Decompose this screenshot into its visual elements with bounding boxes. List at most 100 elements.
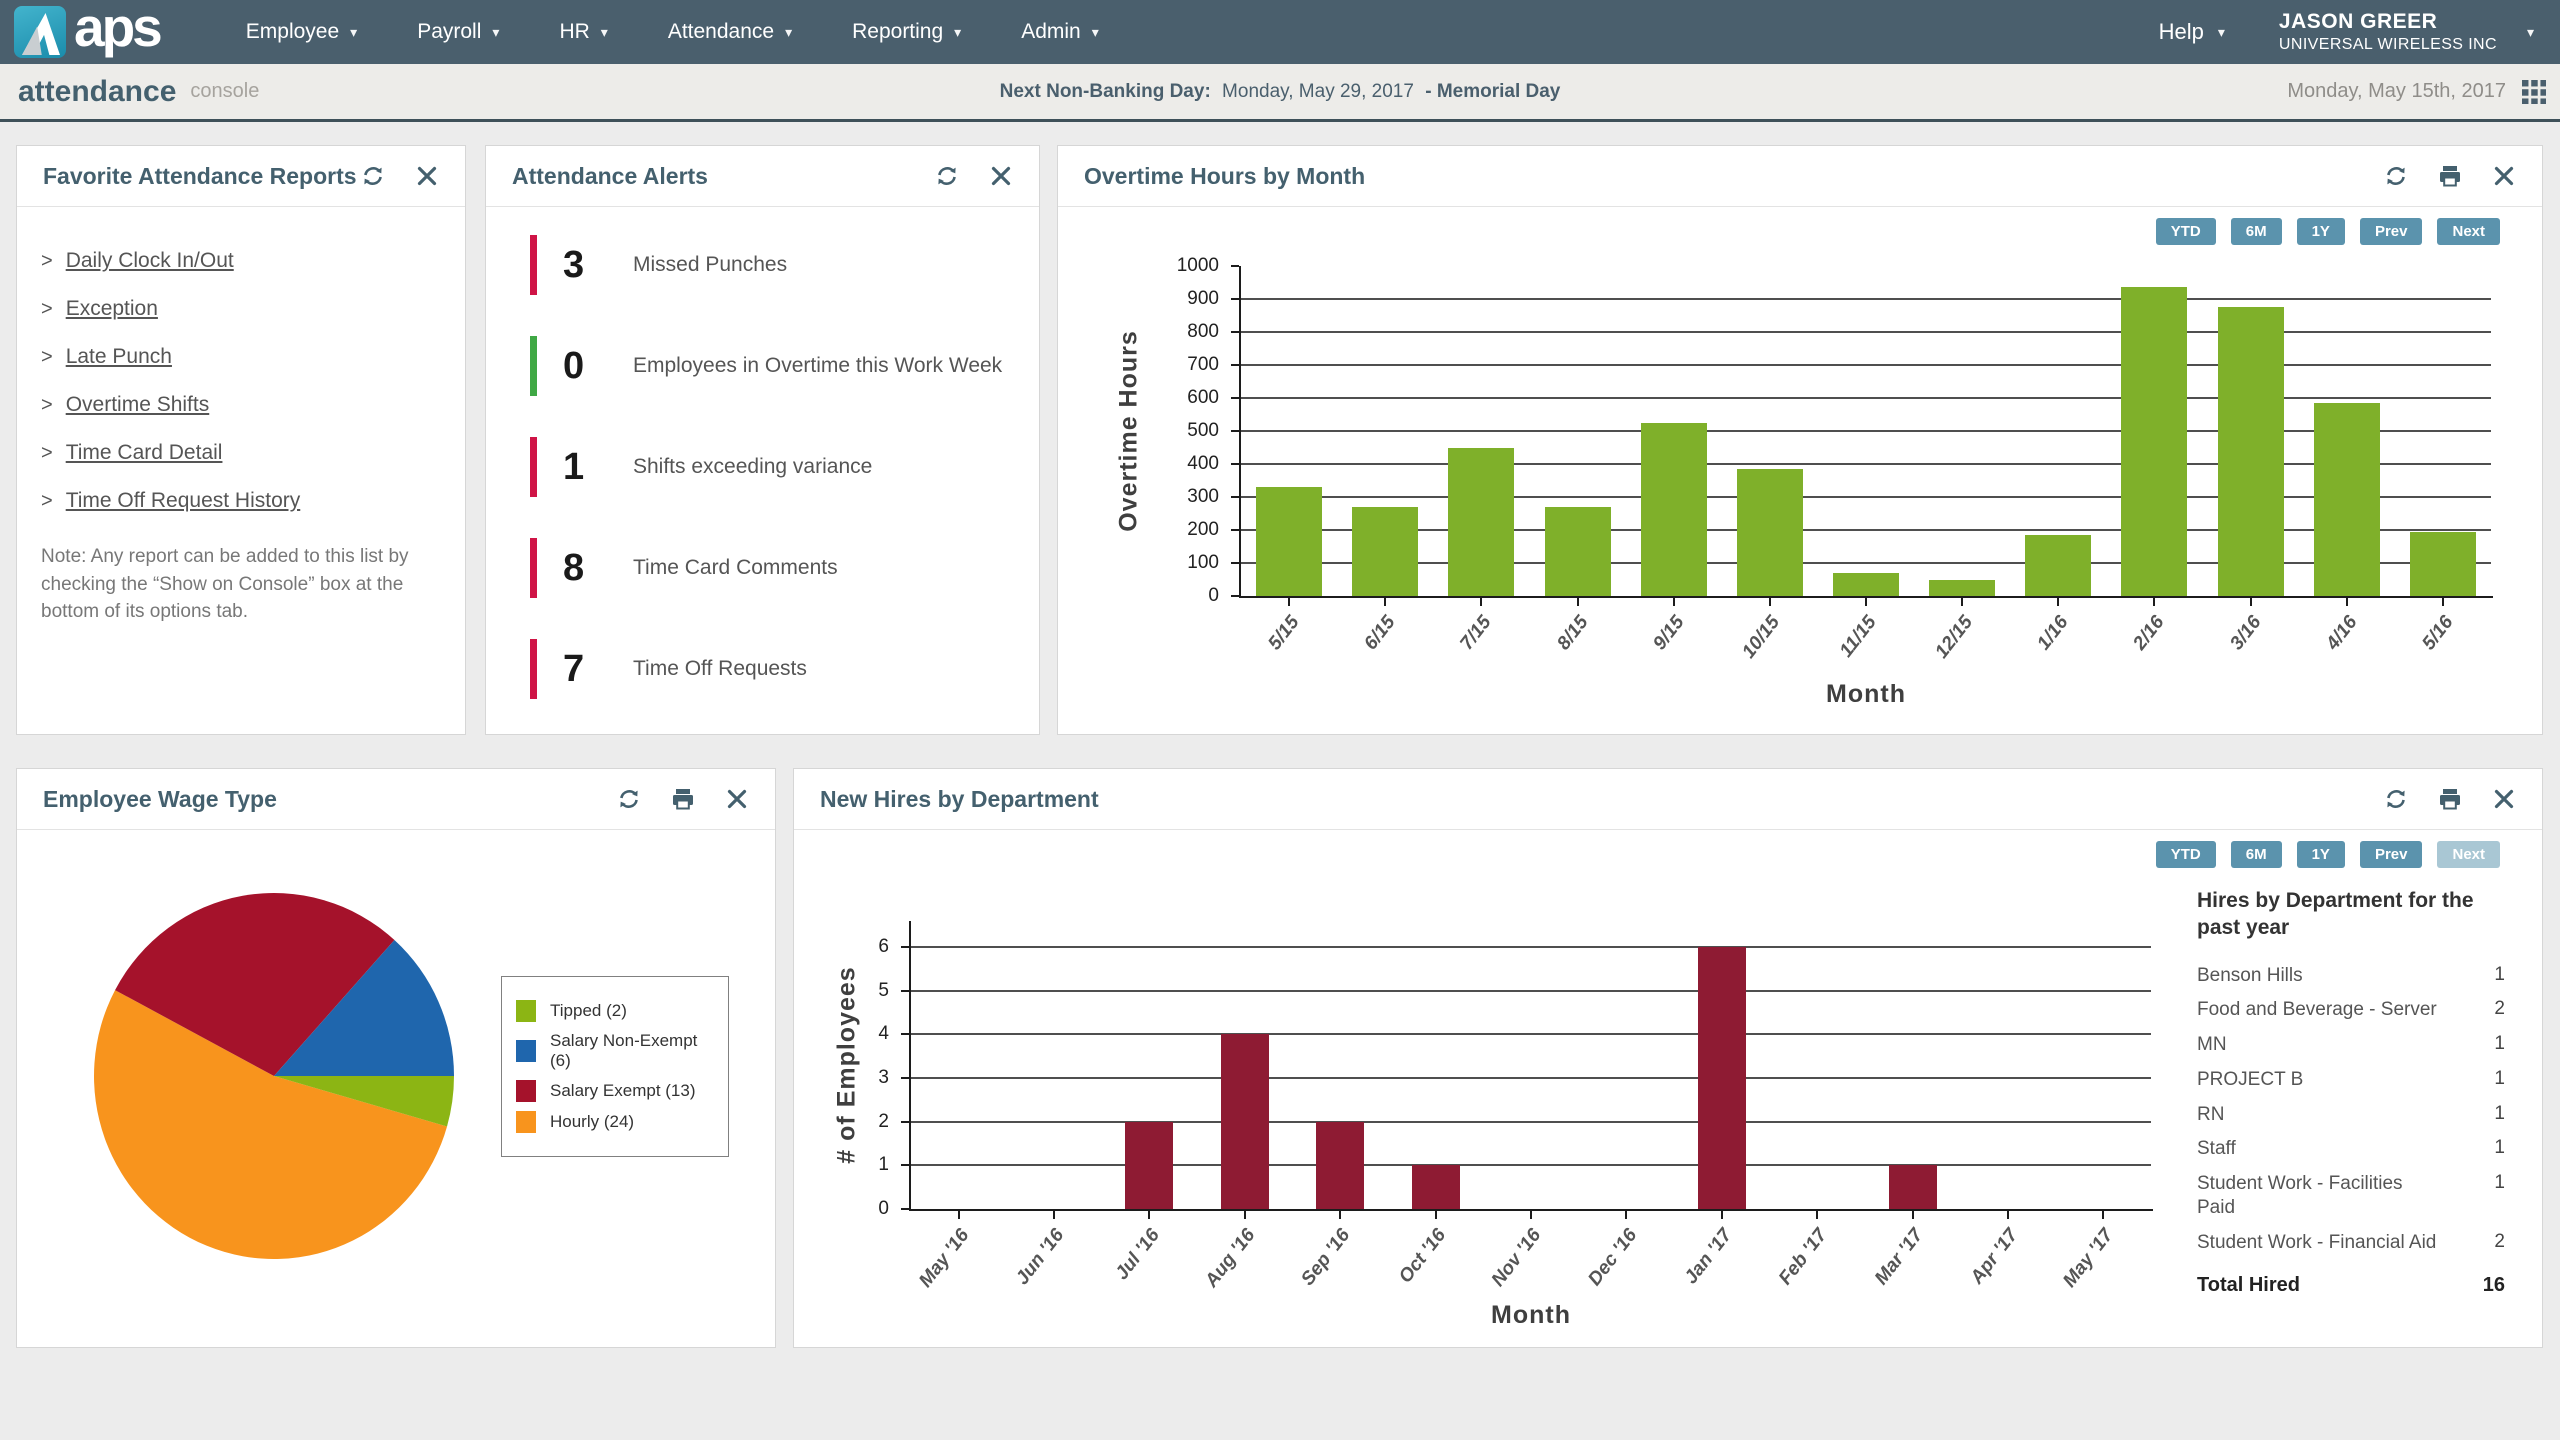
close-icon[interactable]: [725, 787, 749, 811]
gridline: [1241, 430, 2491, 432]
help-menu[interactable]: Help ▾: [2159, 19, 2225, 45]
y-tick-label: 800: [1141, 321, 1219, 343]
department-name: Student Work - Financial Aid: [2197, 1231, 2436, 1255]
alert-item[interactable]: 3Missed Punches: [486, 235, 1039, 295]
close-icon[interactable]: [2492, 164, 2516, 188]
alert-count: 1: [563, 446, 605, 489]
gridline: [1241, 364, 2491, 366]
panel-header: Attendance Alerts: [486, 146, 1039, 207]
y-tick-label: 0: [811, 1198, 889, 1220]
y-tick: [1231, 298, 1239, 300]
refresh-icon[interactable]: [935, 164, 959, 188]
y-axis: [909, 921, 911, 1211]
menu-hr[interactable]: HR▾: [529, 0, 637, 64]
link-bullet: >: [41, 394, 53, 417]
ytd-button[interactable]: YTD: [2156, 841, 2216, 868]
x-tick: [1865, 598, 1867, 606]
next-button[interactable]: Next: [2437, 218, 2500, 245]
report-link[interactable]: Time Card Detail: [66, 441, 223, 465]
report-link[interactable]: Overtime Shifts: [66, 393, 210, 417]
gridline: [1241, 331, 2491, 333]
user-menu[interactable]: JASON GREER UNIVERSAL WIRELESS INC ▾: [2279, 10, 2534, 54]
1y-button[interactable]: 1Y: [2297, 841, 2345, 868]
top-nav: aps Employee▾Payroll▾HR▾Attendance▾Repor…: [0, 0, 2560, 64]
menu-payroll[interactable]: Payroll▾: [387, 0, 529, 64]
x-tick-label: 11/15: [1836, 612, 1882, 662]
x-tick-label: Apr '17: [1967, 1225, 2024, 1289]
1y-button[interactable]: 1Y: [2297, 218, 2345, 245]
y-tick: [901, 1208, 909, 1210]
y-tick: [1231, 562, 1239, 564]
bar: [1256, 487, 1322, 596]
6m-button[interactable]: 6M: [2231, 218, 2282, 245]
menu-reporting[interactable]: Reporting▾: [822, 0, 991, 64]
employee-wage-type-panel: Employee Wage Type Tipped (2)Salary Non-…: [16, 768, 776, 1348]
menu-admin[interactable]: Admin ▾: [991, 0, 1129, 64]
x-tick-label: Jan '17: [1681, 1225, 1738, 1289]
y-tick: [1231, 595, 1239, 597]
menu-label: Reporting: [852, 20, 943, 44]
refresh-icon[interactable]: [2384, 787, 2408, 811]
non-banking-day-date: Monday, May 29, 2017: [1222, 81, 1414, 102]
refresh-icon[interactable]: [361, 164, 385, 188]
6m-button[interactable]: 6M: [2231, 841, 2282, 868]
menu-label: Employee: [246, 20, 339, 44]
page-subtitle: console: [190, 80, 259, 103]
close-icon[interactable]: [415, 164, 439, 188]
gridline: [1241, 463, 2491, 465]
aps-logo[interactable]: aps: [14, 0, 160, 64]
legend-label: Tipped (2): [550, 1001, 627, 1021]
y-tick-label: 0: [1141, 585, 1219, 607]
x-tick-label: 7/15: [1457, 612, 1497, 655]
print-icon[interactable]: [2438, 164, 2462, 188]
y-axis: [1239, 266, 1241, 598]
menu-employee[interactable]: Employee▾: [216, 0, 387, 64]
close-icon[interactable]: [989, 164, 1013, 188]
report-link[interactable]: Time Off Request History: [66, 489, 301, 513]
alert-item[interactable]: 7Time Off Requests: [486, 639, 1039, 699]
x-tick: [1384, 598, 1386, 606]
menu-label: Admin: [1021, 20, 1081, 44]
subheader-right: Monday, May 15th, 2017: [2287, 80, 2546, 104]
y-tick: [1231, 364, 1239, 366]
report-link[interactable]: Daily Clock In/Out: [66, 249, 234, 273]
panel-title: Overtime Hours by Month: [1084, 163, 1365, 190]
nav-right: Help ▾ JASON GREER UNIVERSAL WIRELESS IN…: [2159, 10, 2534, 54]
y-tick-label: 5: [811, 980, 889, 1002]
page-title: attendance: [18, 75, 176, 109]
table-rows: Benson Hills1Food and Beverage - Server2…: [2197, 964, 2505, 1255]
link-bullet: >: [41, 346, 53, 369]
range-buttons: YTD 6M 1Y Prev Next: [2156, 841, 2500, 868]
report-link[interactable]: Exception: [66, 297, 158, 321]
report-link[interactable]: Late Punch: [66, 345, 172, 369]
panel-header: Favorite Attendance Reports: [17, 146, 465, 207]
y-tick: [1231, 463, 1239, 465]
menu-attendance[interactable]: Attendance▾: [638, 0, 822, 64]
x-tick-label: 9/15: [1649, 612, 1689, 655]
chevron-down-icon: ▾: [1092, 24, 1099, 41]
user-company: UNIVERSAL WIRELESS INC: [2279, 36, 2497, 54]
alert-item[interactable]: 1Shifts exceeding variance: [486, 437, 1039, 497]
y-tick-label: 100: [1141, 552, 1219, 574]
table-title: Hires by Department for the past year: [2197, 887, 2505, 942]
ytd-button[interactable]: YTD: [2156, 218, 2216, 245]
refresh-icon[interactable]: [2384, 164, 2408, 188]
favorite-reports-panel: Favorite Attendance Reports > Daily Clock…: [16, 145, 466, 735]
chevron-down-icon: ▾: [492, 24, 499, 41]
refresh-icon[interactable]: [617, 787, 641, 811]
bar: [1448, 448, 1514, 597]
link-bullet: >: [41, 442, 53, 465]
next-button: Next: [2437, 841, 2500, 868]
print-icon[interactable]: [671, 787, 695, 811]
legend-item: Salary Exempt (13): [516, 1080, 714, 1102]
prev-button[interactable]: Prev: [2360, 841, 2423, 868]
y-axis-title: # of Employees: [833, 966, 862, 1163]
alert-item[interactable]: 0Employees in Overtime this Work Week: [486, 336, 1039, 396]
alert-item[interactable]: 8Time Card Comments: [486, 538, 1039, 598]
legend-swatch: [516, 1111, 536, 1133]
print-icon[interactable]: [2438, 787, 2462, 811]
prev-button[interactable]: Prev: [2360, 218, 2423, 245]
close-icon[interactable]: [2492, 787, 2516, 811]
table-row: PROJECT B1: [2197, 1068, 2505, 1092]
apps-grid-icon[interactable]: [2522, 80, 2546, 104]
